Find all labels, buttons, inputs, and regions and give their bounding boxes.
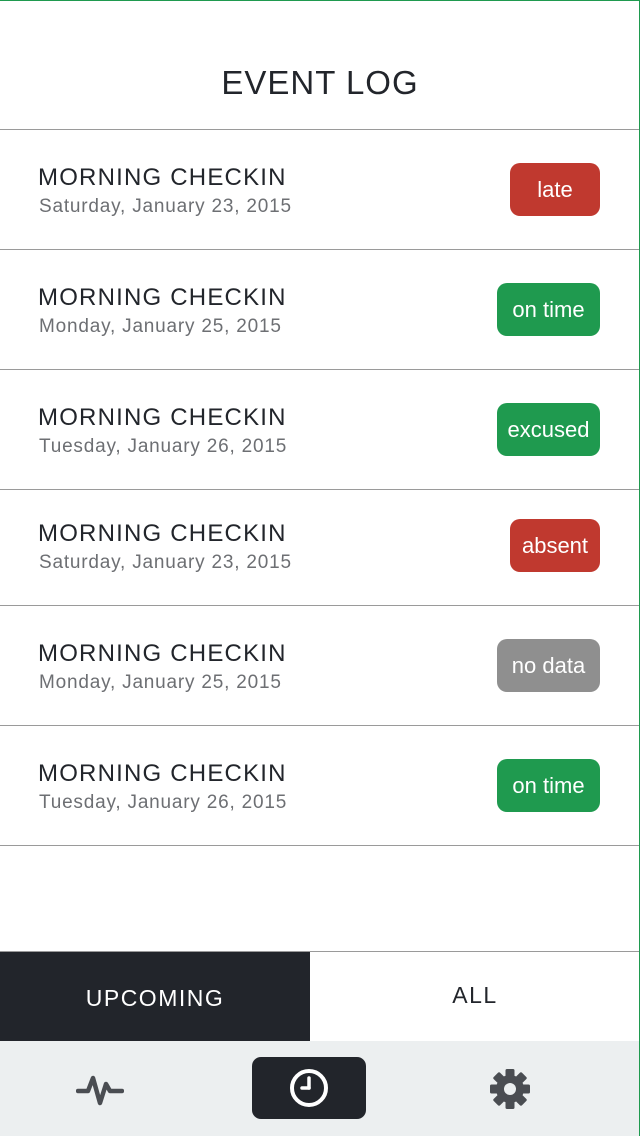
list-item[interactable]: MORNING CHECKIN Monday, January 25, 2015… — [0, 606, 639, 726]
status-badge: absent — [510, 519, 600, 572]
list-item[interactable]: MORNING CHECKIN Tuesday, January 26, 201… — [0, 726, 639, 846]
tab-settings[interactable] — [470, 1061, 550, 1117]
event-title: MORNING CHECKIN — [38, 164, 287, 191]
filter-segmented-control: UPCOMING ALL — [0, 951, 639, 1041]
event-date: Saturday, January 23, 2015 — [39, 552, 292, 573]
event-list: MORNING CHECKIN Saturday, January 23, 20… — [0, 130, 639, 846]
event-title: MORNING CHECKIN — [38, 520, 287, 547]
page-title: EVENT LOG — [221, 64, 419, 101]
event-title: MORNING CHECKIN — [38, 404, 287, 431]
event-title: MORNING CHECKIN — [38, 760, 287, 787]
list-item[interactable]: MORNING CHECKIN Tuesday, January 26, 201… — [0, 370, 639, 490]
status-badge: on time — [497, 283, 600, 336]
event-title: MORNING CHECKIN — [38, 284, 287, 311]
status-badge: excused — [497, 403, 600, 456]
list-item[interactable]: MORNING CHECKIN Monday, January 25, 2015… — [0, 250, 639, 370]
status-badge: on time — [497, 759, 600, 812]
event-date: Monday, January 25, 2015 — [39, 316, 282, 337]
tab-history[interactable] — [252, 1057, 366, 1119]
activity-icon — [76, 1075, 124, 1106]
segment-all[interactable]: ALL — [310, 952, 639, 1041]
list-item[interactable]: MORNING CHECKIN Saturday, January 23, 20… — [0, 490, 639, 606]
page-header: EVENT LOG — [0, 1, 639, 130]
tab-activity[interactable] — [60, 1061, 140, 1117]
event-date: Tuesday, January 26, 2015 — [39, 436, 288, 457]
bottom-tab-bar — [0, 1041, 639, 1136]
status-badge: late — [510, 163, 600, 216]
segment-upcoming[interactable]: UPCOMING — [0, 952, 310, 1041]
event-date: Monday, January 25, 2015 — [39, 672, 282, 693]
gear-icon — [490, 1069, 530, 1109]
list-item[interactable]: MORNING CHECKIN Saturday, January 23, 20… — [0, 130, 639, 250]
status-badge: no data — [497, 639, 600, 692]
event-date: Tuesday, January 26, 2015 — [39, 792, 288, 813]
clock-icon — [290, 1069, 328, 1107]
app-screen: EVENT LOG MORNING CHECKIN Saturday, Janu… — [0, 0, 640, 1136]
event-title: MORNING CHECKIN — [38, 640, 287, 667]
event-date: Saturday, January 23, 2015 — [39, 196, 292, 217]
